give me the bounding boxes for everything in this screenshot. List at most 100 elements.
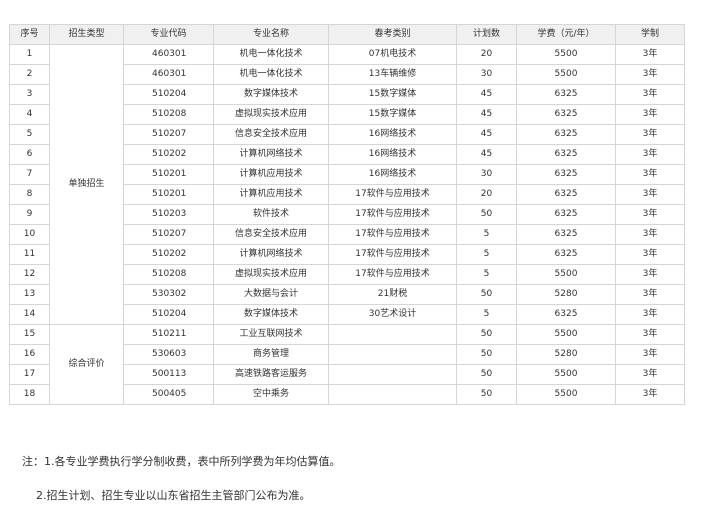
header-fee: 学费（元/年）: [516, 24, 616, 45]
cell-category: 17软件与应用技术: [328, 244, 457, 265]
cell-enroll-type: 单独招生: [49, 44, 124, 325]
cell-major: 虚拟现实技术应用: [213, 264, 329, 285]
cell-category: 17软件与应用技术: [328, 184, 457, 205]
cell-plan: 5: [456, 264, 517, 285]
cell-category: 16网络技术: [328, 144, 457, 165]
cell-fee: 6325: [516, 224, 616, 245]
cell-category: [328, 344, 457, 365]
cell-category: [328, 364, 457, 385]
cell-category: 17软件与应用技术: [328, 204, 457, 225]
cell-plan: 45: [456, 84, 517, 105]
enrollment-table: 序号 招生类型 专业代码 专业名称 春考类别 计划数 学费（元/年） 学制 1单…: [9, 24, 685, 405]
cell-major: 计算机网络技术: [213, 244, 329, 265]
cell-major: 信息安全技术应用: [213, 224, 329, 245]
cell-category: 07机电技术: [328, 44, 457, 65]
cell-code: 510203: [123, 204, 214, 225]
cell-fee: 5500: [516, 264, 616, 285]
cell-plan: 50: [456, 384, 517, 405]
cell-years: 3年: [615, 244, 685, 265]
cell-no: 4: [9, 104, 50, 125]
cell-plan: 20: [456, 44, 517, 65]
cell-category: 15数字媒体: [328, 84, 457, 105]
table-row: 1 单独招生 460301 机电一体化技术 07机电技术 20 5500 3年: [9, 44, 685, 325]
cell-fee: 5500: [516, 324, 616, 345]
header-type: 招生类型: [49, 24, 124, 45]
cell-fee: 6325: [516, 104, 616, 125]
cell-code: 510202: [123, 144, 214, 165]
cell-fee: 5500: [516, 64, 616, 85]
cell-category: [328, 384, 457, 405]
cell-major: 商务管理: [213, 344, 329, 365]
header-plan: 计划数: [456, 24, 517, 45]
cell-no: 6: [9, 144, 50, 165]
cell-years: 3年: [615, 164, 685, 185]
cell-major: 数字媒体技术: [213, 304, 329, 325]
cell-years: 3年: [615, 44, 685, 65]
cell-code: 510211: [123, 324, 214, 345]
cell-no: 10: [9, 224, 50, 245]
cell-fee: 6325: [516, 304, 616, 325]
cell-no: 16: [9, 344, 50, 365]
header-major: 专业名称: [213, 24, 329, 45]
cell-no: 1: [9, 44, 50, 65]
table-body: 1 单独招生 460301 机电一体化技术 07机电技术 20 5500 3年 2 460301 机…: [9, 44, 685, 405]
cell-code: 510207: [123, 124, 214, 145]
cell-fee: 5280: [516, 344, 616, 365]
cell-years: 3年: [615, 384, 685, 405]
cell-code: 510201: [123, 184, 214, 205]
cell-code: 500113: [123, 364, 214, 385]
cell-no: 13: [9, 284, 50, 305]
cell-no: 5: [9, 124, 50, 145]
cell-major: 计算机应用技术: [213, 184, 329, 205]
cell-years: 3年: [615, 64, 685, 85]
cell-years: 3年: [615, 324, 685, 345]
cell-category: 30艺术设计: [328, 304, 457, 325]
cell-plan: 50: [456, 284, 517, 305]
cell-plan: 30: [456, 64, 517, 85]
cell-years: 3年: [615, 284, 685, 305]
cell-years: 3年: [615, 264, 685, 285]
cell-years: 3年: [615, 84, 685, 105]
cell-code: 530603: [123, 344, 214, 365]
cell-plan: 50: [456, 344, 517, 365]
cell-fee: 5500: [516, 364, 616, 385]
cell-fee: 6325: [516, 164, 616, 185]
cell-plan: 50: [456, 324, 517, 345]
note-fee: 注：1.各专业学费执行学分制收费，表中所列学费为年均估算值。: [22, 455, 341, 468]
cell-major: 机电一体化技术: [213, 64, 329, 85]
cell-fee: 6325: [516, 124, 616, 145]
cell-code: 510208: [123, 264, 214, 285]
cell-years: 3年: [615, 124, 685, 145]
table-row: 15 综合评价 510211 工业互联网技术 50 5500 3年: [9, 324, 685, 405]
header-code: 专业代码: [123, 24, 214, 45]
cell-code: 510204: [123, 304, 214, 325]
cell-fee: 5500: [516, 44, 616, 65]
cell-plan: 20: [456, 184, 517, 205]
cell-code: 460301: [123, 44, 214, 65]
cell-years: 3年: [615, 144, 685, 165]
cell-years: 3年: [615, 344, 685, 365]
cell-no: 15: [9, 324, 50, 345]
cell-major: 计算机应用技术: [213, 164, 329, 185]
cell-category: 13车辆维修: [328, 64, 457, 85]
cell-plan: 5: [456, 224, 517, 245]
cell-plan: 45: [456, 124, 517, 145]
cell-category: [328, 324, 457, 345]
cell-no: 14: [9, 304, 50, 325]
cell-plan: 45: [456, 104, 517, 125]
cell-major: 虚拟现实技术应用: [213, 104, 329, 125]
cell-code: 500405: [123, 384, 214, 405]
cell-major: 数字媒体技术: [213, 84, 329, 105]
cell-major: 机电一体化技术: [213, 44, 329, 65]
notes-section: 注：1.各专业学费执行学分制收费，表中所列学费为年均估算值。 2.招生计划、招生…: [22, 454, 341, 504]
cell-fee: 6325: [516, 244, 616, 265]
cell-category: 17软件与应用技术: [328, 264, 457, 285]
cell-code: 510207: [123, 224, 214, 245]
cell-plan: 5: [456, 304, 517, 325]
header-no: 序号: [9, 24, 50, 45]
cell-no: 8: [9, 184, 50, 205]
cell-major: 计算机网络技术: [213, 144, 329, 165]
cell-category: 15数字媒体: [328, 104, 457, 125]
cell-fee: 6325: [516, 184, 616, 205]
cell-category: 17软件与应用技术: [328, 224, 457, 245]
